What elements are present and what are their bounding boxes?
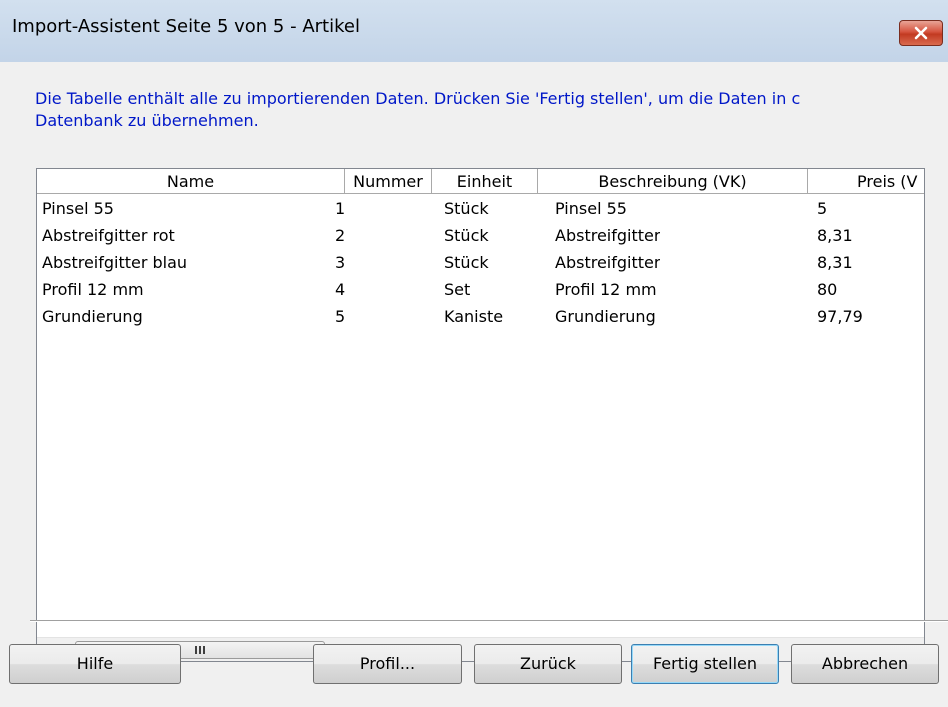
- instruction-line-2: Datenbank zu übernehmen.: [35, 111, 259, 130]
- table-row[interactable]: Grundierung 5 Kaniste Grundierung 97,79: [37, 303, 924, 330]
- column-header-name[interactable]: Name: [37, 169, 345, 194]
- cell-beschreibung: Profil 12 mm: [555, 280, 657, 299]
- grip-icon: [195, 646, 205, 654]
- cell-name: Grundierung: [42, 307, 143, 326]
- cell-nummer: 2: [335, 226, 346, 245]
- cell-nummer: 4: [335, 280, 346, 299]
- cell-name: Abstreifgitter rot: [42, 226, 175, 245]
- instruction-text: Die Tabelle enthält alle zu importierend…: [35, 88, 948, 132]
- cell-einheit: Stück: [444, 226, 489, 245]
- column-header-beschreibung[interactable]: Beschreibung (VK): [538, 169, 808, 194]
- cell-einheit: Stück: [444, 199, 489, 218]
- cell-name: Abstreifgitter blau: [42, 253, 188, 272]
- cell-preis: 8,31: [817, 253, 853, 272]
- cell-name: Pinsel 55: [42, 199, 114, 218]
- footer-separator: [30, 620, 948, 622]
- cell-beschreibung: Abstreifgitter: [555, 226, 661, 245]
- cell-einheit: Set: [444, 280, 471, 299]
- profile-button[interactable]: Profil...: [313, 644, 462, 684]
- import-wizard-window: Import-Assistent Seite 5 von 5 - Artikel…: [0, 0, 948, 707]
- cell-name: Profil 12 mm: [42, 280, 144, 299]
- cell-nummer: 3: [335, 253, 346, 272]
- table-row[interactable]: Profil 12 mm 4 Set Profil 12 mm 80: [37, 276, 924, 303]
- wizard-content: Die Tabelle enthält alle zu importierend…: [0, 62, 948, 707]
- cell-einheit: Kaniste: [444, 307, 504, 326]
- column-header-preis[interactable]: Preis (V: [808, 169, 924, 194]
- import-data-table[interactable]: Name Nummer Einheit Beschreibung (VK) Pr…: [36, 168, 925, 662]
- column-header-einheit[interactable]: Einheit: [432, 169, 538, 194]
- cell-preis: 97,79: [817, 307, 863, 326]
- instruction-line-1: Die Tabelle enthält alle zu importierend…: [35, 89, 801, 108]
- title-bar[interactable]: Import-Assistent Seite 5 von 5 - Artikel: [0, 0, 948, 62]
- table-row[interactable]: Abstreifgitter blau 3 Stück Abstreifgitt…: [37, 249, 924, 276]
- cell-beschreibung: Pinsel 55: [555, 199, 627, 218]
- close-icon: [914, 26, 928, 40]
- cell-preis: 5: [817, 199, 828, 218]
- help-button[interactable]: Hilfe: [9, 644, 181, 684]
- cell-nummer: 1: [335, 199, 346, 218]
- table-row[interactable]: Pinsel 55 1 Stück Pinsel 55 5: [37, 195, 924, 222]
- cell-preis: 8,31: [817, 226, 853, 245]
- cell-preis: 80: [817, 280, 838, 299]
- table-header: Name Nummer Einheit Beschreibung (VK) Pr…: [37, 169, 924, 195]
- cell-beschreibung: Grundierung: [555, 307, 656, 326]
- finish-button[interactable]: Fertig stellen: [631, 644, 779, 684]
- back-button[interactable]: Zurück: [474, 644, 622, 684]
- cell-einheit: Stück: [444, 253, 489, 272]
- cell-beschreibung: Abstreifgitter: [555, 253, 661, 272]
- close-button[interactable]: [899, 20, 943, 46]
- cancel-button[interactable]: Abbrechen: [791, 644, 939, 684]
- column-header-nummer[interactable]: Nummer: [345, 169, 432, 194]
- cell-nummer: 5: [335, 307, 346, 326]
- window-title: Import-Assistent Seite 5 von 5 - Artikel: [12, 16, 360, 37]
- table-row[interactable]: Abstreifgitter rot 2 Stück Abstreifgitte…: [37, 222, 924, 249]
